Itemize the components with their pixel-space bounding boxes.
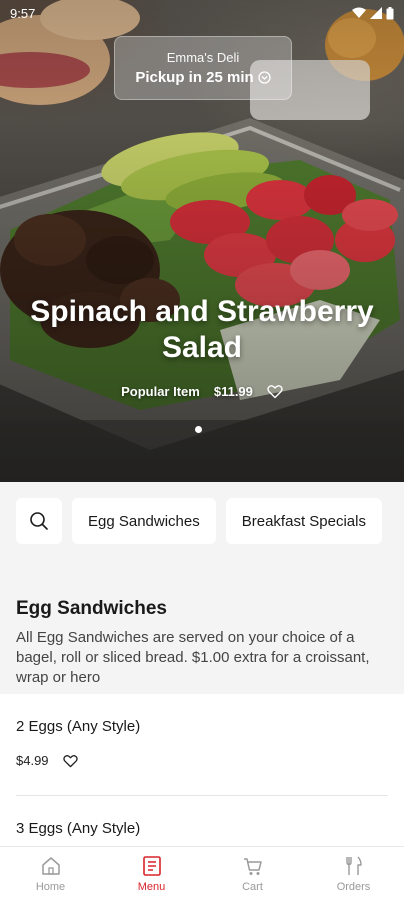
pickup-time: Pickup in 25 min: [135, 69, 271, 86]
menu-item[interactable]: 3 Eggs (Any Style): [16, 796, 388, 846]
nav-item-menu[interactable]: Menu: [101, 847, 202, 900]
menu-item-meta: $4.99: [16, 753, 388, 768]
cart-icon: [243, 857, 262, 875]
wifi-icon: [352, 7, 366, 18]
nav-label-home: Home: [35, 880, 66, 893]
nav-label-cart: Cart: [242, 880, 263, 893]
status-time: 9:57: [10, 5, 36, 21]
pickup-label: Pickup in 25 min: [135, 69, 254, 86]
featured-item-meta: Popular Item $11.99: [0, 384, 404, 399]
section-header: Egg Sandwiches All Egg Sandwiches are se…: [0, 560, 404, 694]
nav-item-home[interactable]: Home: [0, 847, 101, 900]
menu-item-name: 3 Eggs (Any Style): [16, 820, 141, 837]
menu-item-name: 2 Eggs (Any Style): [16, 718, 141, 735]
status-bar: 9:57: [0, 0, 404, 26]
nav-label-menu: Menu: [137, 880, 166, 893]
category-row: Egg Sandwiches Breakfast Specials: [16, 498, 382, 544]
heart-icon[interactable]: [267, 384, 283, 399]
menu-item-price: $4.99: [16, 753, 49, 768]
section-description: All Egg Sandwiches are served on your ch…: [16, 629, 370, 686]
store-pickup-selector[interactable]: Emma's Deli Pickup in 25 min: [114, 36, 292, 100]
search-button[interactable]: [16, 498, 62, 544]
heart-icon[interactable]: [62, 754, 78, 768]
category-chip-egg-sandwiches[interactable]: Egg Sandwiches: [72, 498, 216, 544]
featured-item-price: $11.99: [213, 384, 253, 399]
menu-list: 2 Eggs (Any Style) $4.99 3 Eggs (Any Sty…: [0, 694, 404, 846]
battery-icon: [386, 6, 394, 19]
nav-item-cart[interactable]: Cart: [202, 847, 303, 900]
search-icon: [30, 512, 48, 530]
store-name: Emma's Deli: [166, 50, 240, 65]
menu-item[interactable]: 2 Eggs (Any Style) $4.99: [16, 694, 388, 796]
nav-item-orders[interactable]: Orders: [303, 847, 404, 900]
carousel-indicator[interactable]: [195, 426, 202, 433]
signal-icon: [370, 7, 382, 19]
section-title: Egg Sandwiches: [16, 598, 167, 619]
featured-item-tag: Popular Item: [121, 384, 200, 399]
featured-item-title: Spinach and Strawberry Salad: [30, 295, 374, 364]
chevron-down-icon: [258, 71, 271, 84]
nav-label-orders: Orders: [336, 880, 371, 893]
category-bar: Egg Sandwiches Breakfast Specials: [0, 482, 404, 560]
status-icons: [352, 6, 394, 20]
featured-banner[interactable]: 9:57 Emma's Deli Pickup in 25 min Spinac…: [0, 0, 404, 482]
home-icon: [41, 856, 60, 875]
category-chip-breakfast-specials[interactable]: Breakfast Specials: [225, 498, 382, 544]
bottom-nav: Home Menu Cart Orders: [0, 846, 404, 900]
menu-icon: [142, 855, 161, 876]
orders-icon: [345, 856, 362, 875]
